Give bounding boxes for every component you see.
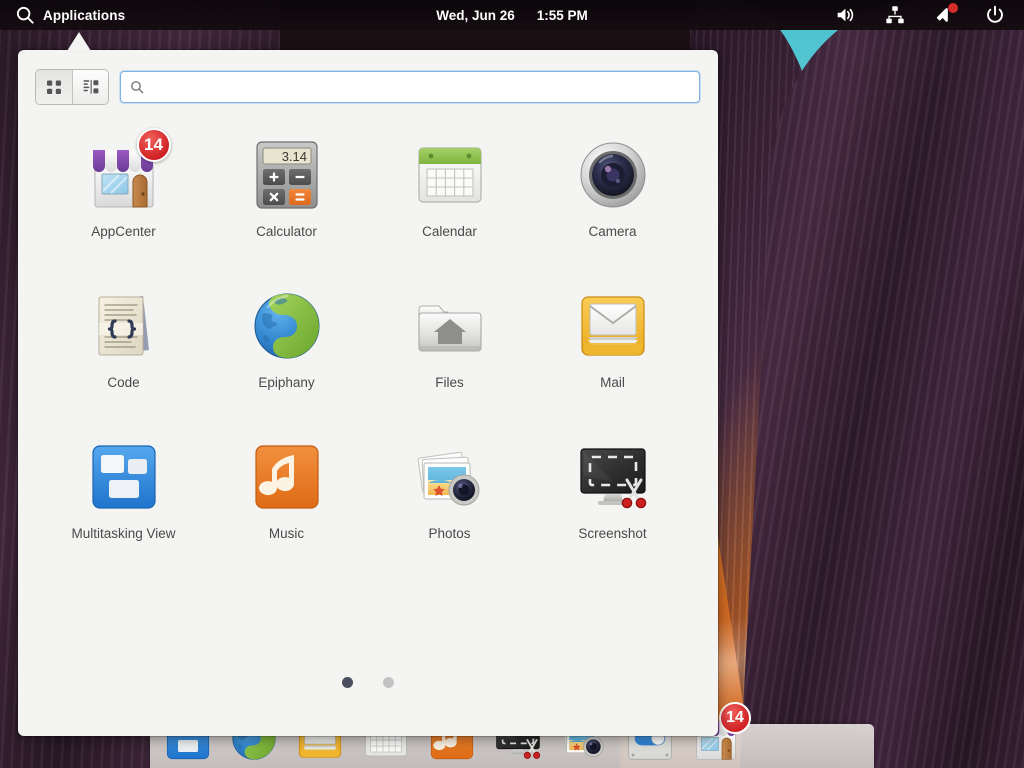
files-icon [411, 287, 489, 365]
wallpaper-canyon-wall-right [740, 0, 1024, 768]
app-grid: 14 AppCenter 3.14 Calculator [18, 104, 718, 547]
applications-menu-button[interactable]: Applications [0, 4, 125, 26]
panel-date[interactable]: Wed, Jun 26 [436, 8, 515, 23]
multitasking-icon [85, 438, 163, 516]
app-item-camera[interactable]: Camera [531, 130, 694, 245]
screenshot-icon [574, 438, 652, 516]
app-badge: 14 [137, 128, 171, 162]
app-label: Calendar [422, 224, 477, 239]
search-icon [14, 4, 36, 26]
notifications-icon[interactable] [934, 4, 956, 26]
app-label: Camera [588, 224, 636, 239]
appcenter-icon: 14 [85, 136, 163, 214]
app-item-epiphany[interactable]: Epiphany [205, 281, 368, 396]
page-indicator [18, 677, 718, 688]
app-label: Photos [428, 526, 470, 541]
search-icon [129, 79, 145, 95]
app-item-files[interactable]: Files [368, 281, 531, 396]
launcher-toolbar [18, 50, 718, 104]
mail-icon [574, 287, 652, 365]
app-item-mail[interactable]: Mail [531, 281, 694, 396]
search-input[interactable] [151, 80, 691, 95]
code-icon [85, 287, 163, 365]
app-item-music[interactable]: Music [205, 432, 368, 547]
music-icon [248, 438, 326, 516]
list-view-button[interactable] [72, 70, 108, 104]
network-icon[interactable] [884, 4, 906, 26]
app-item-multitasking-view[interactable]: Multitasking View [42, 432, 205, 547]
camera-icon [574, 136, 652, 214]
notification-dot [948, 3, 958, 13]
app-item-calendar[interactable]: Calendar [368, 130, 531, 245]
app-item-code[interactable]: Code [42, 281, 205, 396]
app-label: Screenshot [578, 526, 646, 541]
applications-launcher: 14 AppCenter 3.14 Calculator [18, 50, 718, 736]
top-panel: Applications Wed, Jun 26 1:55 PM [0, 0, 1024, 30]
app-label: Music [269, 526, 304, 541]
app-item-appcenter[interactable]: 14 AppCenter [42, 130, 205, 245]
launcher-pointer-arrow [67, 32, 91, 51]
calculator-icon: 3.14 [248, 136, 326, 214]
app-label: Calculator [256, 224, 317, 239]
grid-view-button[interactable] [36, 70, 72, 104]
dock-badge: 14 [719, 702, 751, 734]
svg-text:3.14: 3.14 [281, 149, 306, 164]
app-item-photos[interactable]: Photos [368, 432, 531, 547]
panel-time[interactable]: 1:55 PM [537, 8, 588, 23]
view-mode-toggle[interactable] [36, 70, 108, 104]
app-label: Multitasking View [71, 526, 175, 541]
panel-indicators [834, 4, 1024, 26]
power-icon[interactable] [984, 4, 1006, 26]
applications-label: Applications [43, 8, 125, 23]
page-dot-2[interactable] [383, 677, 394, 688]
epiphany-icon [248, 287, 326, 365]
app-label: Code [107, 375, 139, 390]
sound-icon[interactable] [834, 4, 856, 26]
page-dot-1[interactable] [342, 677, 353, 688]
calendar-icon [411, 136, 489, 214]
app-item-screenshot[interactable]: Screenshot [531, 432, 694, 547]
app-label: AppCenter [91, 224, 156, 239]
app-item-calculator[interactable]: 3.14 Calculator [205, 130, 368, 245]
app-label: Files [435, 375, 464, 390]
app-label: Epiphany [258, 375, 314, 390]
app-label: Mail [600, 375, 625, 390]
search-field[interactable] [120, 71, 700, 103]
photos-icon [411, 438, 489, 516]
